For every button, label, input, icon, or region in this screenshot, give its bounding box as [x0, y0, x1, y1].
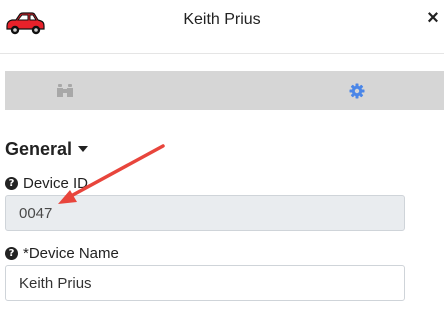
tab-settings[interactable]: [332, 71, 382, 110]
device-name-label: ? *Device Name: [5, 244, 119, 262]
binoculars-icon: [57, 83, 73, 97]
gear-icon: [349, 83, 365, 98]
question-circle-icon[interactable]: ?: [5, 176, 18, 190]
device-name-label-text: *Device Name: [23, 244, 119, 262]
caret-down-icon: [78, 146, 89, 152]
panel-header: Keith Prius ×: [0, 0, 444, 54]
general-section-toggle[interactable]: General: [5, 138, 89, 160]
device-id-label: ? Device ID: [5, 174, 88, 192]
question-circle-icon[interactable]: ?: [5, 246, 18, 260]
device-name-field[interactable]: [5, 265, 405, 301]
tab-search[interactable]: [40, 71, 90, 110]
panel-title: Keith Prius: [183, 11, 261, 28]
tab-bar: [5, 71, 444, 110]
section-title: General: [5, 138, 73, 159]
close-button[interactable]: ×: [424, 8, 442, 28]
device-id-label-text: Device ID: [23, 174, 89, 192]
device-id-field[interactable]: [5, 195, 405, 231]
